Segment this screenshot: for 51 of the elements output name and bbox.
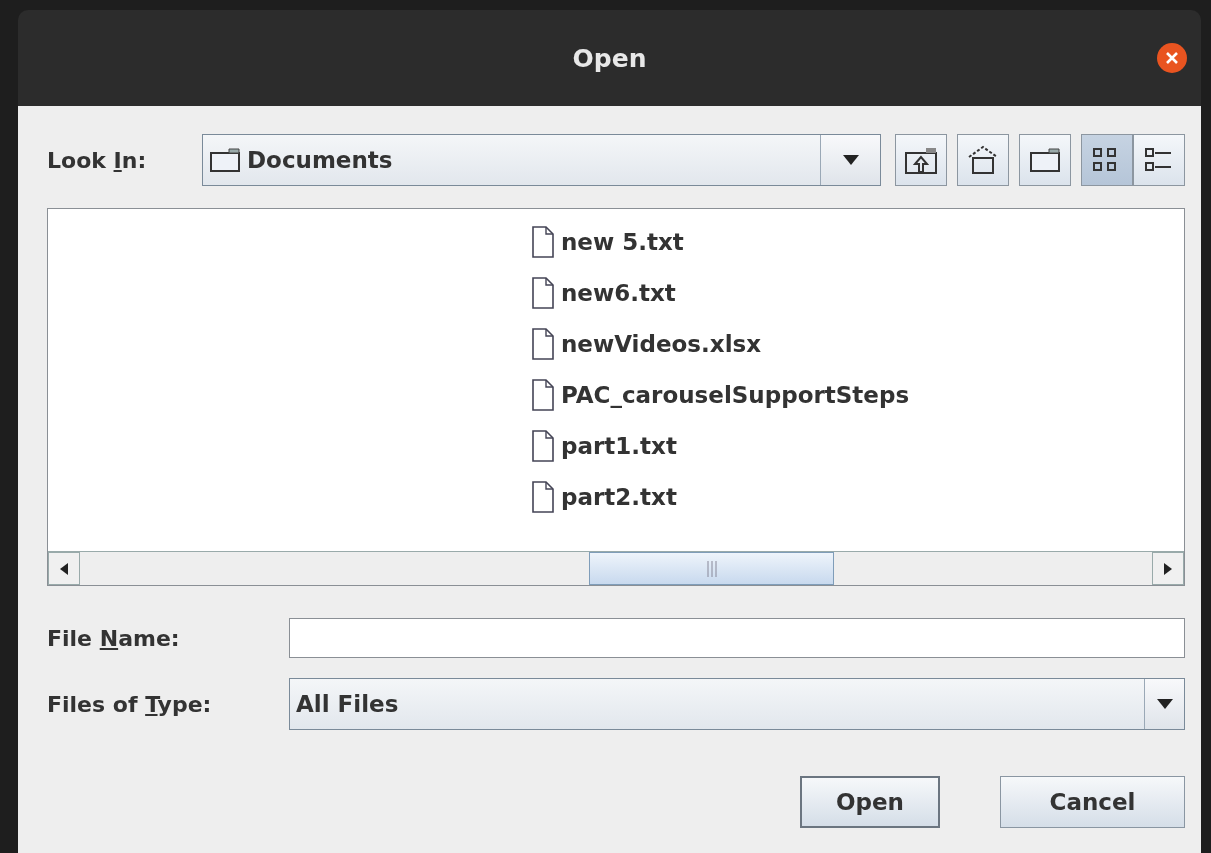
file-item[interactable]: part1.txt <box>527 425 681 467</box>
file-icon <box>531 328 555 360</box>
close-button[interactable] <box>1157 43 1187 73</box>
files-of-type-dropdown[interactable]: All Files <box>289 678 1185 730</box>
caret-icon <box>842 155 859 165</box>
scroll-right-button[interactable] <box>1152 552 1184 585</box>
home-button[interactable] <box>957 134 1009 186</box>
open-button[interactable]: Open <box>800 776 940 828</box>
file-item[interactable]: new6.txt <box>527 272 680 314</box>
new-folder-button[interactable] <box>1019 134 1071 186</box>
new-folder-icon <box>1029 147 1061 173</box>
cancel-button[interactable]: Cancel <box>1000 776 1185 828</box>
look-in-value: Documents <box>247 147 393 173</box>
horizontal-scrollbar[interactable] <box>48 551 1184 585</box>
right-arrow-icon <box>1164 562 1172 575</box>
folder-icon <box>209 147 241 173</box>
close-icon <box>1165 51 1179 65</box>
file-name-label: File Name: <box>47 625 181 651</box>
file-item[interactable]: new 5.txt <box>527 221 688 263</box>
file-item[interactable]: newVideos.xlsx <box>527 323 766 365</box>
files-of-type-value: All Files <box>295 691 400 717</box>
files-of-type-label: Files of Type: <box>47 691 213 717</box>
details-view-icon <box>1144 146 1174 174</box>
file-name: newVideos.xlsx <box>561 331 762 357</box>
file-name: new 5.txt <box>561 229 684 255</box>
file-name: new6.txt <box>561 280 676 306</box>
file-name: PAC_carouselSupportSteps <box>561 382 910 408</box>
folder-up-icon <box>904 145 938 175</box>
dropdown-arrow-button[interactable] <box>820 135 880 185</box>
file-icon <box>531 277 555 309</box>
file-item[interactable]: part2.txt <box>527 476 681 518</box>
file-icon <box>531 379 555 411</box>
file-name: part1.txt <box>561 433 677 459</box>
list-button[interactable] <box>1081 134 1133 186</box>
look-in-label: Look In: <box>47 147 148 173</box>
file-icon <box>531 430 555 462</box>
left-arrow-icon <box>60 562 68 575</box>
file-icon <box>531 226 555 258</box>
window-title: Open <box>572 43 647 73</box>
dropdown-arrow-button[interactable] <box>1144 679 1184 729</box>
scroll-thumb[interactable] <box>589 552 834 585</box>
scroll-left-button[interactable] <box>48 552 80 585</box>
grip-icon <box>706 560 717 577</box>
caret-icon <box>1156 699 1173 709</box>
file-name: part2.txt <box>561 484 677 510</box>
file-item[interactable]: PAC_carouselSupportSteps <box>527 374 914 416</box>
look-in-dropdown[interactable]: Documents <box>202 134 881 186</box>
details-button[interactable] <box>1133 134 1185 186</box>
up-button[interactable] <box>895 134 947 186</box>
file-icon <box>531 481 555 513</box>
file-name-field[interactable] <box>289 618 1185 658</box>
